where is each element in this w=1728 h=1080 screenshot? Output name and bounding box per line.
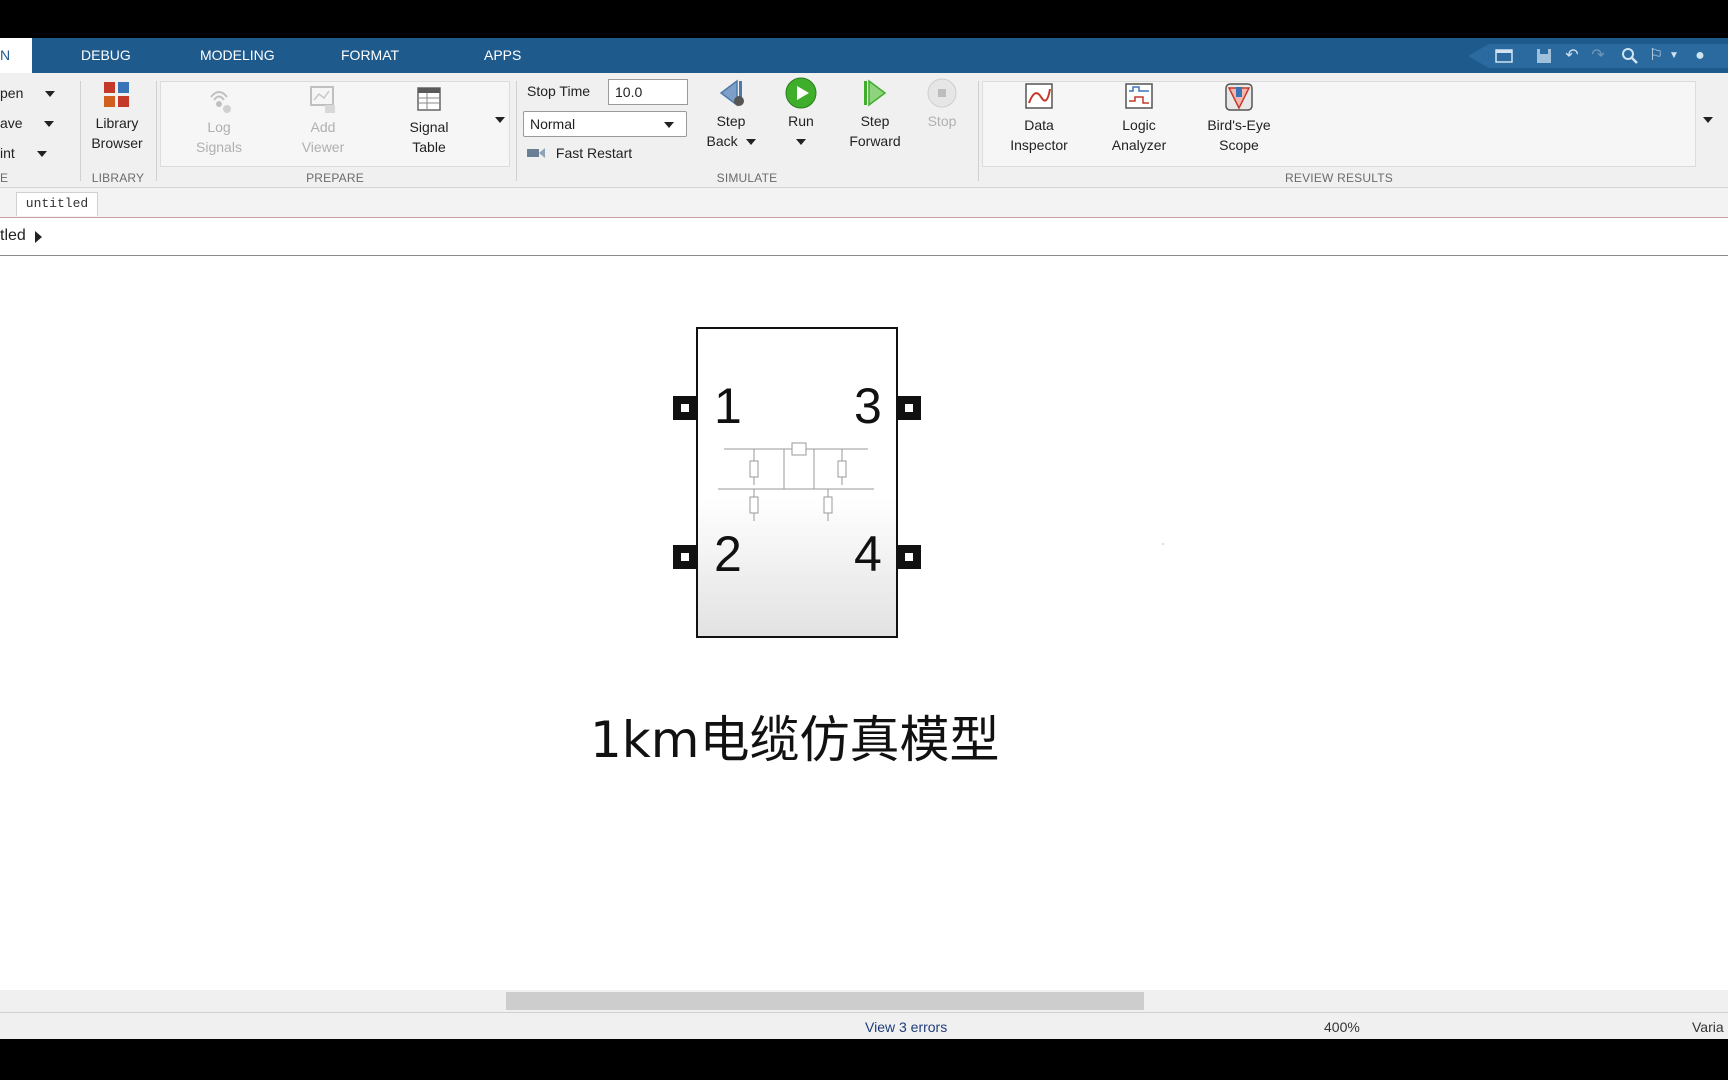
separator bbox=[80, 81, 81, 181]
view-errors-link[interactable]: View 3 errors bbox=[865, 1019, 947, 1035]
explorer-bar: tled bbox=[0, 218, 1728, 256]
quick-access-toolbar: ↶ ↷ ⚐ ▼ ● bbox=[1468, 44, 1728, 68]
status-bar: View 3 errors 400% Varia bbox=[0, 1012, 1728, 1039]
breadcrumb-arrow-icon[interactable] bbox=[35, 231, 42, 243]
data-inspector-button[interactable]: Data Inspector bbox=[998, 81, 1080, 155]
stop-icon bbox=[926, 77, 958, 109]
save-icon[interactable] bbox=[1534, 46, 1554, 66]
separator bbox=[156, 81, 157, 181]
logic-analyzer-icon bbox=[1123, 81, 1155, 113]
save-menu[interactable]: ave bbox=[0, 115, 55, 131]
port-label-1: 1 bbox=[714, 378, 742, 434]
logic-analyzer-button[interactable]: Logic Analyzer bbox=[1098, 81, 1180, 155]
toolstrip-tabs: N DEBUG MODELING FORMAT APPS ↶ ↷ ⚐ ▼ ● bbox=[0, 38, 1728, 73]
search-icon[interactable] bbox=[1620, 46, 1640, 66]
birds-eye-scope-icon bbox=[1223, 81, 1255, 113]
birds-eye-scope-button[interactable]: Bird's-Eye Scope bbox=[1198, 81, 1280, 155]
fast-restart-label: Fast Restart bbox=[555, 145, 633, 162]
step-forward-icon bbox=[859, 77, 891, 109]
canvas-speck bbox=[1162, 543, 1164, 545]
library-browser-button[interactable]: Library Browser bbox=[86, 79, 148, 153]
fast-restart-icon bbox=[526, 145, 546, 164]
data-inspector-icon bbox=[1023, 81, 1055, 113]
run-button[interactable]: Run bbox=[770, 77, 832, 151]
breadcrumb[interactable]: tled bbox=[0, 227, 26, 245]
tab-modeling[interactable]: MODELING bbox=[200, 38, 275, 73]
solver-status[interactable]: Varia bbox=[1692, 1019, 1724, 1035]
play-icon bbox=[785, 77, 817, 109]
window-top-bar bbox=[0, 0, 1728, 38]
scrollbar-thumb[interactable] bbox=[506, 992, 1144, 1010]
step-back-button[interactable]: Step Back bbox=[700, 77, 762, 151]
step-forward-button[interactable]: Step Forward bbox=[842, 77, 908, 151]
separator bbox=[516, 81, 517, 181]
tab-apps[interactable]: APPS bbox=[484, 38, 521, 73]
port-label-2: 2 bbox=[714, 526, 742, 582]
redo-icon: ↷ bbox=[1591, 47, 1605, 64]
horizontal-scrollbar[interactable] bbox=[0, 990, 1728, 1012]
tab-format[interactable]: FORMAT bbox=[341, 38, 399, 73]
circuit-schematic-icon bbox=[718, 442, 874, 521]
stop-button: Stop bbox=[912, 77, 972, 131]
port-label-3: 3 bbox=[854, 378, 882, 434]
simulation-mode-value: Normal bbox=[530, 116, 576, 132]
signal-table-button[interactable]: Signal Table bbox=[396, 83, 462, 157]
undo-icon[interactable]: ↶ bbox=[1562, 46, 1582, 66]
port-2-connector[interactable] bbox=[673, 545, 697, 569]
port-3-connector[interactable] bbox=[897, 396, 921, 420]
simulation-mode-select[interactable]: Normal bbox=[523, 111, 687, 137]
log-signals-button: Log Signals bbox=[186, 83, 252, 157]
model-tab-untitled[interactable]: untitled bbox=[16, 192, 98, 216]
layout-icon[interactable] bbox=[1494, 46, 1514, 66]
separator bbox=[978, 81, 979, 181]
port-1-connector[interactable] bbox=[673, 396, 697, 420]
open-menu[interactable]: pen bbox=[0, 85, 56, 101]
port-4-connector[interactable] bbox=[897, 545, 921, 569]
log-signals-icon bbox=[203, 83, 235, 115]
simulate-group-title: SIMULATE bbox=[716, 171, 778, 185]
prepare-expand-button[interactable] bbox=[494, 109, 506, 129]
model-canvas[interactable]: 1 2 3 4 1km电缆仿真模型 bbox=[0, 256, 1728, 990]
help-icon[interactable]: ⚐ bbox=[1646, 46, 1666, 66]
step-back-icon bbox=[715, 77, 747, 109]
block-name-label[interactable]: 1km电缆仿真模型 bbox=[590, 700, 999, 772]
library-browser-icon bbox=[101, 79, 133, 111]
window-bottom-bar bbox=[0, 1039, 1728, 1080]
model-tab-bar: untitled bbox=[0, 188, 1728, 218]
stop-time-input[interactable] bbox=[608, 79, 688, 105]
tab-debug[interactable]: DEBUG bbox=[81, 38, 131, 73]
fast-restart-button[interactable]: Fast Restart bbox=[526, 145, 632, 164]
add-viewer-icon bbox=[307, 83, 339, 115]
zoom-level: 400% bbox=[1324, 1019, 1360, 1035]
port-label-4: 4 bbox=[854, 526, 882, 582]
file-group-title: E bbox=[0, 171, 9, 185]
ribbon-expand-button[interactable] bbox=[1702, 109, 1714, 129]
review-results-group-title: REVIEW RESULTS bbox=[1285, 171, 1393, 185]
cable-model-block[interactable]: 1 2 3 4 bbox=[696, 327, 898, 638]
user-icon[interactable]: ● bbox=[1690, 46, 1710, 66]
add-viewer-button: Add Viewer bbox=[290, 83, 356, 157]
signal-table-icon bbox=[413, 83, 445, 115]
chevron-down-icon bbox=[664, 122, 674, 128]
stop-time-label: Stop Time bbox=[527, 83, 591, 99]
review-results-gallery bbox=[982, 81, 1696, 167]
library-group-title: LIBRARY bbox=[91, 171, 145, 185]
tab-simulation[interactable]: N bbox=[0, 38, 32, 73]
toolstrip-ribbon: pen ave int E Library Browser LIBRARY Lo… bbox=[0, 73, 1728, 188]
print-menu[interactable]: int bbox=[0, 145, 47, 161]
chevron-down-icon[interactable]: ▼ bbox=[1664, 46, 1684, 66]
prepare-group-title: PREPARE bbox=[306, 171, 364, 185]
